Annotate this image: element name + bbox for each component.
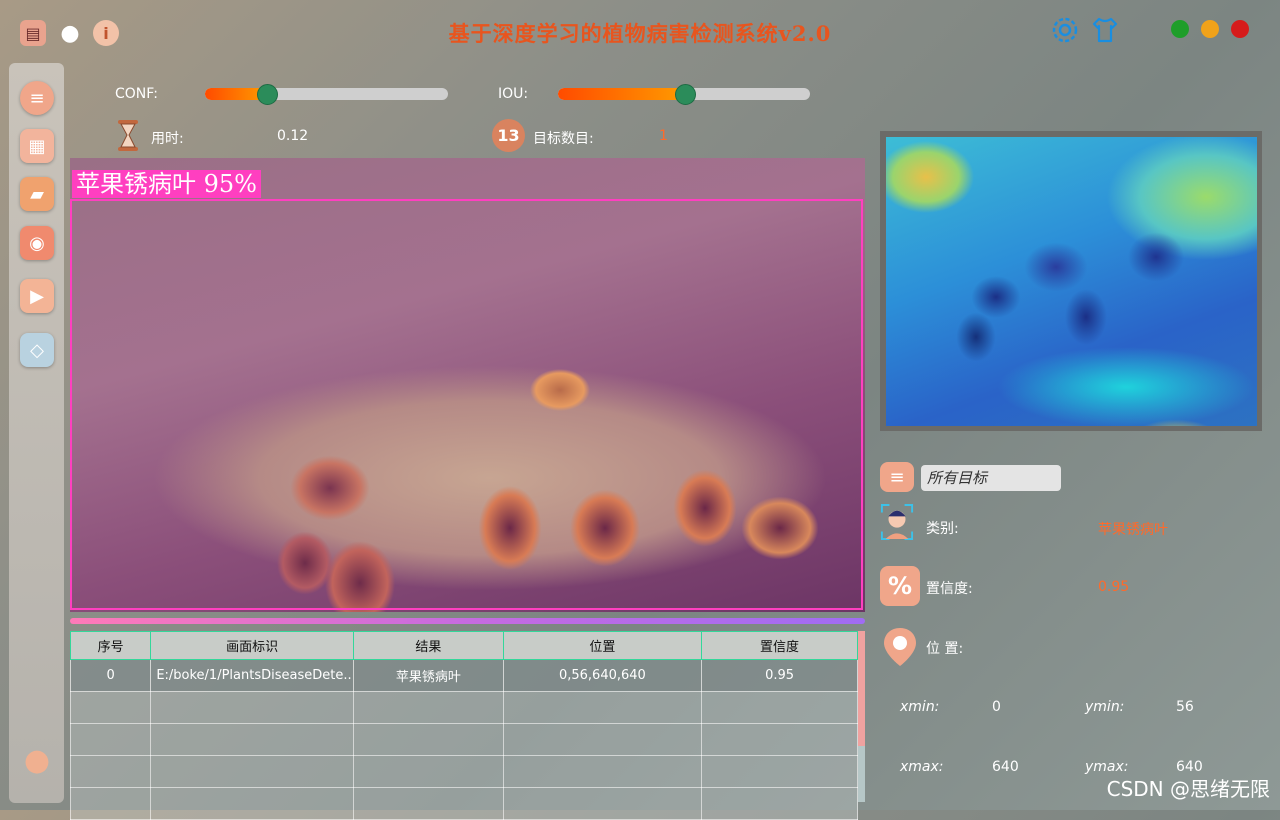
cell[interactable] (150, 723, 355, 756)
app-title: 基于深度学习的植物病害检测系统v2.0 (448, 21, 832, 46)
theme-icon[interactable] (1090, 15, 1120, 49)
confidence-value: 0.95 (1098, 579, 1130, 595)
cell-position[interactable]: 0,56,640,640 (502, 659, 703, 692)
table-scrollbar-thumb[interactable] (858, 631, 865, 746)
location-pin-icon (880, 626, 920, 672)
xmax-label: xmax: (900, 759, 944, 775)
xmax-value: 640 (992, 759, 1019, 775)
ymin-value: 56 (1176, 699, 1194, 715)
time-label: 用时: (151, 131, 184, 147)
cell[interactable] (69, 691, 152, 724)
face-scan-icon (880, 504, 914, 540)
iou-slider-handle[interactable] (675, 84, 696, 105)
heatmap-image (886, 137, 1257, 426)
time-value: 0.12 (277, 128, 309, 144)
cell[interactable] (353, 723, 504, 756)
col-position[interactable]: 位置 (502, 631, 703, 660)
cell[interactable] (353, 755, 504, 788)
table-row[interactable] (69, 755, 858, 788)
cell-index[interactable]: 0 (69, 659, 152, 692)
camera-icon[interactable]: ◉ (20, 226, 54, 260)
cell[interactable] (701, 723, 858, 756)
video-icon[interactable]: ▶ (20, 279, 54, 313)
close-button[interactable] (1231, 20, 1249, 38)
cell[interactable] (502, 691, 703, 724)
category-value: 苹果锈病叶 (1098, 522, 1168, 538)
maximize-button[interactable] (1201, 20, 1219, 38)
cell[interactable] (353, 787, 504, 820)
confidence-label: 置信度: (926, 581, 973, 597)
minimize-button[interactable] (1171, 20, 1189, 38)
col-result[interactable]: 结果 (353, 631, 504, 660)
category-label: 类别: (926, 521, 959, 537)
sidebar: ≡ ▦ ▰ ◉ ▶ ◇ ● (9, 63, 64, 803)
count-label: 目标数目: (533, 131, 594, 147)
table-row[interactable]: 0 E:/boke/1/PlantsDiseaseDete... 苹果锈病叶 0… (69, 659, 858, 692)
count-icon: 13 (492, 119, 525, 152)
cell[interactable] (150, 755, 355, 788)
iou-slider-fill (558, 88, 684, 100)
progress-bar (70, 618, 865, 624)
col-index[interactable]: 序号 (69, 631, 152, 660)
position-label: 位 置: (926, 641, 964, 657)
table-row[interactable] (69, 723, 858, 756)
cell[interactable] (353, 691, 504, 724)
settings-icon[interactable] (1050, 15, 1080, 49)
cell[interactable] (701, 755, 858, 788)
detection-box (70, 199, 863, 610)
target-filter-select[interactable]: 所有目标 (921, 465, 1061, 491)
col-confidence[interactable]: 置信度 (701, 631, 858, 660)
cell-confidence[interactable]: 0.95 (701, 659, 858, 692)
conf-slider-handle[interactable] (257, 84, 278, 105)
cell[interactable] (69, 755, 152, 788)
cell-result[interactable]: 苹果锈病叶 (353, 659, 504, 692)
cell[interactable] (701, 787, 858, 820)
ymin-label: ymin: (1085, 699, 1125, 715)
cell[interactable] (701, 691, 858, 724)
watermark: CSDN @思绪无限 (1106, 777, 1270, 801)
account-icon[interactable]: ● (20, 743, 54, 778)
detection-label: 苹果锈病叶 95% (72, 170, 261, 198)
cell[interactable] (69, 787, 152, 820)
conf-label: CONF: (115, 86, 158, 102)
xmin-value: 0 (992, 699, 1001, 715)
results-table[interactable]: 序号 画面标识 结果 位置 置信度 0 E:/boke/1/PlantsDise… (69, 631, 858, 820)
xmin-label: xmin: (900, 699, 940, 715)
list-icon[interactable]: ≡ (880, 462, 914, 492)
image-icon[interactable]: ▦ (20, 129, 54, 163)
cell[interactable] (502, 787, 703, 820)
cell-source[interactable]: E:/boke/1/PlantsDiseaseDete... (150, 659, 355, 692)
count-value: 1 (659, 128, 668, 144)
table-row[interactable] (69, 787, 858, 820)
folder-icon[interactable]: ▰ (20, 177, 54, 211)
model-icon[interactable]: ◇ (20, 333, 54, 367)
iou-label: IOU: (498, 86, 529, 102)
table-row[interactable] (69, 691, 858, 724)
hourglass-icon (116, 119, 140, 152)
cell[interactable] (502, 723, 703, 756)
cell[interactable] (502, 755, 703, 788)
cell[interactable] (150, 787, 355, 820)
conf-slider[interactable] (205, 88, 448, 100)
cell[interactable] (150, 691, 355, 724)
menu-icon[interactable]: ≡ (20, 81, 54, 115)
col-source[interactable]: 画面标识 (150, 631, 355, 660)
percent-icon: % (880, 566, 920, 606)
cell[interactable] (69, 723, 152, 756)
